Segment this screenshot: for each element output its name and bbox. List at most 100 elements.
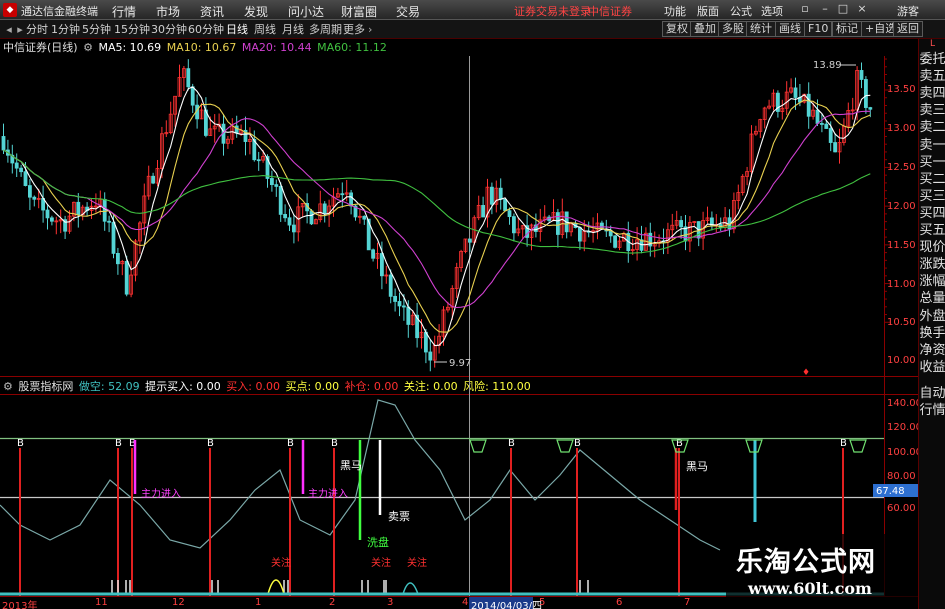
side-tab-12[interactable]: 涨跌 <box>919 256 945 273</box>
side-tab-2[interactable]: 卖四 <box>919 85 945 102</box>
b-marker: B <box>574 438 581 449</box>
candle-body <box>14 162 19 169</box>
x-label-11: 11 <box>95 597 108 608</box>
candle-body <box>151 175 156 184</box>
side-tab-9[interactable]: 买四 <box>919 205 945 222</box>
candle-body <box>868 107 873 110</box>
b-marker: B <box>840 438 847 449</box>
ind-tick-100: 100.00 <box>887 447 922 458</box>
ind-tick-140: 140.00 <box>887 398 922 409</box>
candle-body <box>256 159 261 162</box>
x-label-3: 3 <box>387 597 394 608</box>
candle-body <box>27 185 32 198</box>
candle-body <box>50 217 54 222</box>
low-price-label: 9.97 <box>449 358 471 369</box>
x-label-2: 2 <box>329 597 336 608</box>
side-tab-5[interactable]: 卖一 <box>919 137 945 154</box>
side-tab-4[interactable]: 卖二 <box>919 119 945 136</box>
candle-body <box>340 193 345 196</box>
watermark: 乐淘公式网 www.60lt.com <box>726 534 918 609</box>
y-tick-1050: 10.50 <box>887 317 916 328</box>
candle-body <box>102 198 107 222</box>
side-tab-0[interactable]: 委托 <box>919 51 945 68</box>
y-tick-1250: 12.50 <box>887 162 916 173</box>
candle-body <box>291 224 296 233</box>
candle-body <box>274 184 279 187</box>
x-label-current-date: 2014/04/03/四 <box>471 601 543 609</box>
maipiao-label: 卖票 <box>388 510 410 523</box>
candle-body <box>371 249 376 259</box>
candle-body <box>397 301 402 307</box>
side-tab-16[interactable]: 换手 <box>919 325 945 342</box>
candle-body <box>828 128 833 143</box>
candle-body <box>116 253 120 265</box>
candle-body <box>23 171 28 186</box>
guanzhu-label-2: 关注 <box>371 556 391 569</box>
candle-body <box>269 178 274 186</box>
candle-body <box>833 142 837 153</box>
candle-body <box>481 205 486 218</box>
side-tab-3[interactable]: 卖三 <box>919 102 945 119</box>
candle-body <box>512 216 516 234</box>
current-value-text: 67.48 <box>876 486 905 497</box>
side-tab-17[interactable]: 净资 <box>919 342 945 359</box>
ma-line <box>3 99 871 333</box>
x-label-6: 6 <box>616 597 623 608</box>
x-label-5: 5 <box>539 597 546 608</box>
candle-body <box>859 70 864 80</box>
candle-body <box>388 274 393 297</box>
candle-body <box>806 93 811 117</box>
side-tab-13[interactable]: 涨幅 <box>919 273 945 290</box>
b-marker: B <box>207 438 214 449</box>
chart-canvas[interactable]: 13.89 9.97 ♦ BBBBBBBBBB 黑马 黑马 卖票 洗盘 主力进入… <box>0 0 918 609</box>
watermark-title: 乐淘公式网 <box>736 547 876 578</box>
side-tab-10[interactable]: 买五 <box>919 222 945 239</box>
side-tab-14[interactable]: 总量 <box>919 290 945 307</box>
candle-body <box>401 305 406 308</box>
y-tick-1200: 12.00 <box>887 201 916 212</box>
candle-body <box>393 295 398 302</box>
side-panel-tabs: L 委托 卖五 卖四 卖三 卖二 卖一 买一 买二 买三 买四 买五 现价 涨跌 涨幅 总量 外盘 换手 净资 收益… <box>918 39 945 609</box>
x-label-2013: 2013年 <box>2 601 38 609</box>
candle-body <box>815 109 820 124</box>
candle-body <box>111 221 116 254</box>
candle-body <box>278 186 283 215</box>
xipan-label: 洗盘 <box>367 535 389 549</box>
candle-body <box>613 235 617 248</box>
candle-body <box>32 196 37 200</box>
side-tab-7[interactable]: 买二 <box>919 171 945 188</box>
side-tab-15[interactable]: 外盘 <box>919 308 945 325</box>
candle-body <box>467 238 472 243</box>
candle-body <box>503 198 508 212</box>
candle-body <box>608 230 613 237</box>
x-label-4: 4 <box>462 597 469 608</box>
green-cup-marker <box>849 439 867 453</box>
moving-average-lines <box>3 86 871 347</box>
candle-body <box>578 227 582 242</box>
side-tab2-0[interactable]: 自动 <box>919 385 945 402</box>
b-marker: B <box>331 438 338 449</box>
candle-body <box>498 187 503 200</box>
ind-tick-120: 120.00 <box>887 422 922 433</box>
candle-body <box>107 220 111 223</box>
b-marker: B <box>508 438 515 449</box>
b-marker: B <box>17 438 24 449</box>
candle-body <box>556 212 560 235</box>
candle-body <box>76 201 81 216</box>
high-price-label: 13.89 <box>813 60 842 71</box>
side-tab-6[interactable]: 买一 <box>919 154 945 171</box>
y-tick-1150: 11.50 <box>887 240 916 251</box>
candle-body <box>45 209 50 219</box>
y-tick-1350: 13.50 <box>887 84 916 95</box>
side-tab-8[interactable]: 买三 <box>919 188 945 205</box>
side-tab-1[interactable]: 卖五 <box>919 68 945 85</box>
guanzhu-bump <box>267 579 285 595</box>
candle-body <box>234 125 239 134</box>
side-tab2-1[interactable]: 行情 <box>919 402 945 419</box>
side-tab-18[interactable]: 收益 <box>919 359 945 376</box>
ind-tick-80: 80.00 <box>887 471 916 482</box>
b-marker: B <box>287 438 294 449</box>
side-tab-11[interactable]: 现价 <box>919 239 945 256</box>
candle-body <box>428 351 433 361</box>
side-expand-icon[interactable]: L <box>919 39 945 49</box>
